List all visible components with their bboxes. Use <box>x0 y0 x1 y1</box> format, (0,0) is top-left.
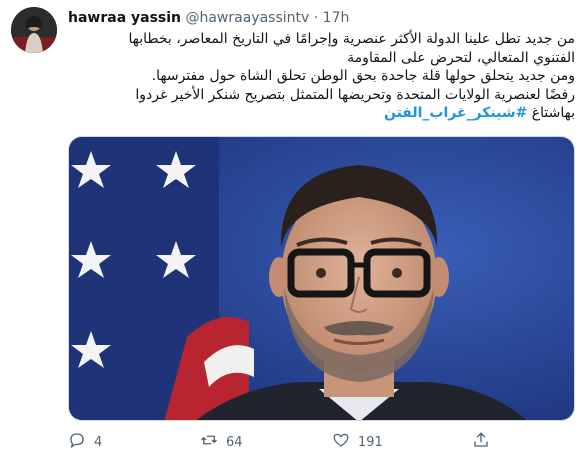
retweet-button[interactable]: 64 <box>200 428 243 456</box>
share-icon <box>472 431 490 453</box>
timestamp[interactable]: 17h <box>323 10 350 26</box>
display-name[interactable]: hawraa yassin <box>68 10 181 26</box>
reply-button[interactable]: 4 <box>68 428 102 456</box>
like-icon <box>332 431 350 453</box>
tweet-line: رفضًا لعنصرية الولايات المتحدة وتحريضها … <box>135 86 575 103</box>
tweet[interactable]: hawraa yassin @hawraayassintv · 17h من ج… <box>0 0 584 462</box>
hashtag-prefix: بهاشتاغ <box>531 105 575 121</box>
like-button[interactable]: 191 <box>332 428 383 456</box>
tweet-line: الفتنوي المتعالي، لتحرض على المقاومة <box>347 49 575 66</box>
like-count: 191 <box>358 434 383 450</box>
reply-icon <box>68 431 86 453</box>
tweet-actions: 4 64 191 <box>68 428 575 456</box>
tweet-photo[interactable] <box>68 136 575 421</box>
hashtag-link[interactable]: #شينكر_غراب_الفتن <box>384 105 527 121</box>
avatar[interactable] <box>11 7 57 53</box>
tweet-line-hashtag: بهاشتاغ #شينكر_غراب_الفتن <box>68 104 575 123</box>
tweet-text: من جديد تطل علينا الدولة الأكثر عنصرية و… <box>68 30 576 123</box>
tweet-line: ومن جديد يتحلق حولها قلة جاحدة بحق الوطن… <box>151 68 575 84</box>
share-button[interactable] <box>472 428 490 456</box>
handle[interactable]: @hawraayassintv <box>185 10 309 26</box>
reply-count: 4 <box>94 434 103 450</box>
tweet-line: من جديد تطل علينا الدولة الأكثر عنصرية و… <box>128 31 576 47</box>
portrait-image <box>69 137 574 420</box>
retweet-count: 64 <box>226 434 243 450</box>
tweet-header: hawraa yassin @hawraayassintv · 17h <box>68 9 349 27</box>
separator: · <box>313 10 319 26</box>
retweet-icon <box>200 431 218 453</box>
